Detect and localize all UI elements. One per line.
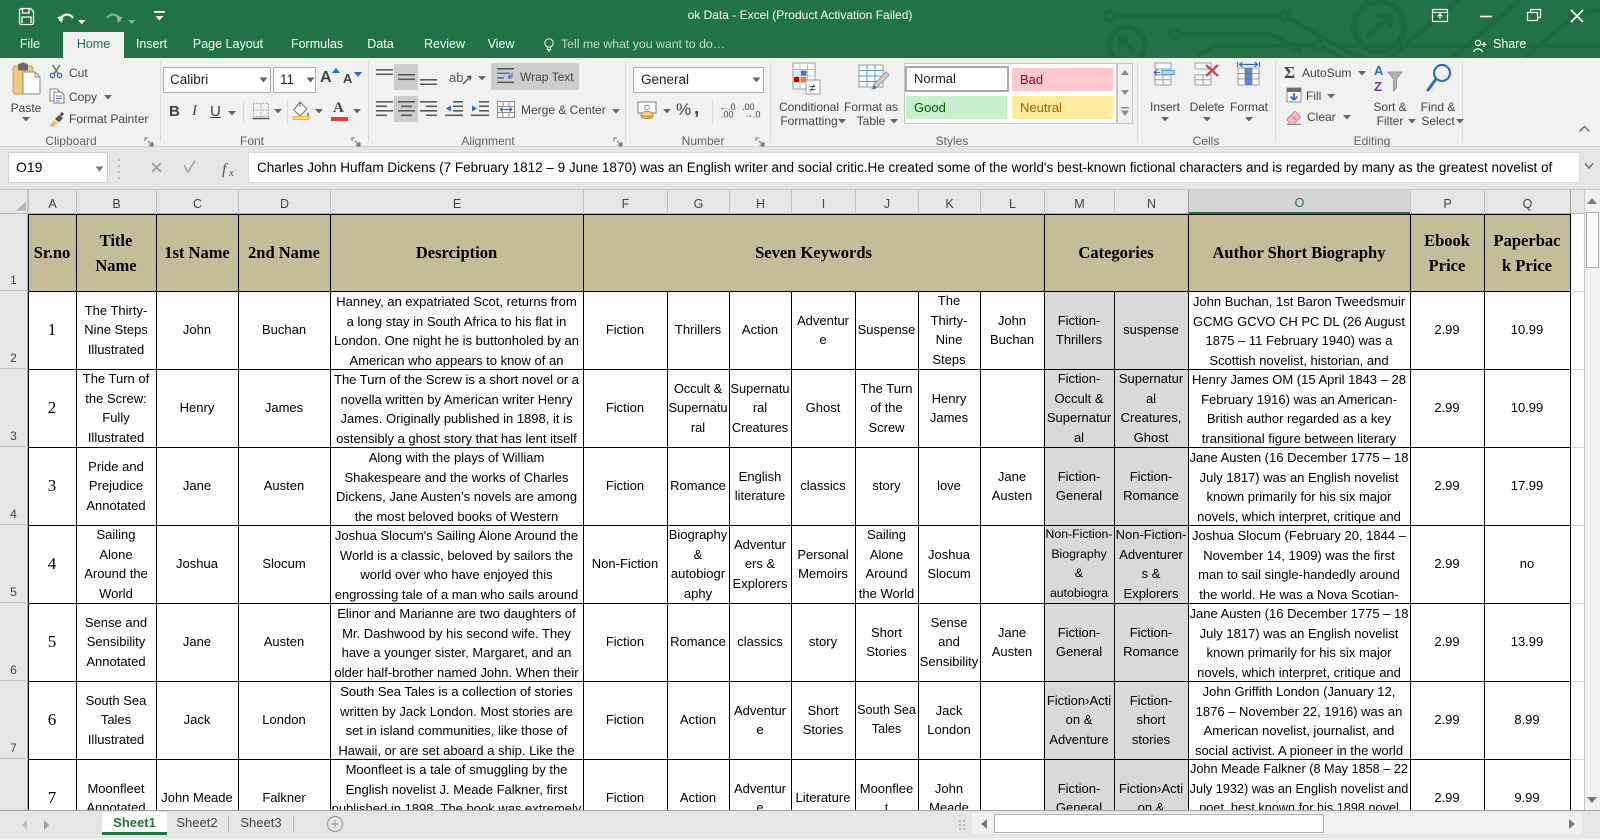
svg-text:ab: ab bbox=[449, 70, 463, 85]
svg-text:≠: ≠ bbox=[809, 81, 816, 95]
svg-text:.00: .00 bbox=[721, 110, 734, 119]
svg-text:x: x bbox=[228, 167, 234, 179]
svg-text:Z: Z bbox=[1374, 79, 1382, 94]
svg-text:A: A bbox=[1374, 63, 1384, 78]
svg-text:f: f bbox=[222, 161, 229, 178]
